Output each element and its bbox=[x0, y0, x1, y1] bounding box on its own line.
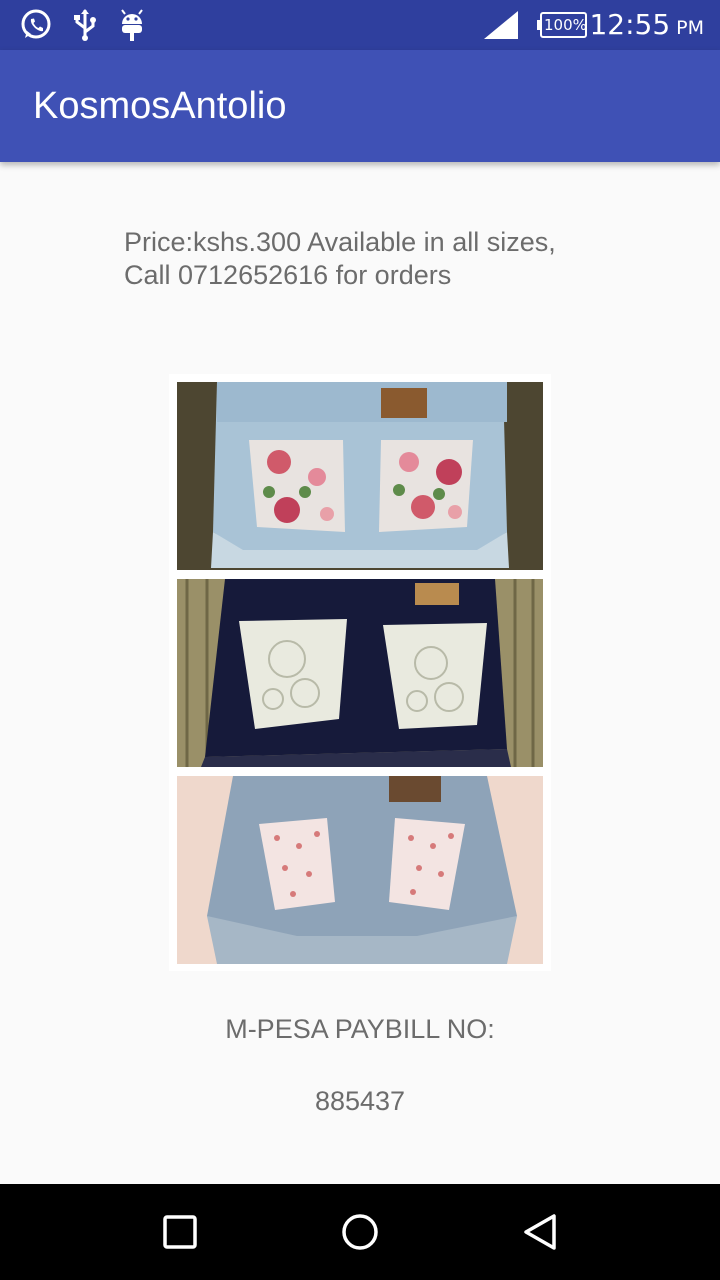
clock-time: 12:55 bbox=[589, 8, 671, 41]
recent-apps-icon[interactable] bbox=[160, 1212, 200, 1252]
clock: 12:55 PM bbox=[589, 8, 704, 42]
app-bar: KosmosAntolio bbox=[0, 50, 720, 162]
product-description: Price:kshs.300 Available in all sizes, C… bbox=[124, 227, 556, 290]
usb-icon bbox=[72, 8, 98, 42]
floral-pocket-shorts-photo bbox=[177, 382, 543, 570]
status-bar: 100% 12:55 PM bbox=[0, 0, 720, 50]
clock-ampm: PM bbox=[676, 17, 704, 39]
paybill-label: M-PESA PAYBILL NO: bbox=[225, 1014, 495, 1044]
paybill-number: 885437 bbox=[314, 1086, 406, 1116]
battery-level: 100% bbox=[544, 16, 587, 34]
signal-full-icon bbox=[482, 8, 520, 42]
content-area[interactable]: Price:kshs.300 Available in all sizes, C… bbox=[0, 162, 720, 1184]
product-image bbox=[169, 374, 551, 971]
rose-print-pocket-shorts-photo bbox=[177, 776, 543, 964]
lace-pocket-shorts-photo bbox=[177, 579, 543, 767]
battery-icon: 100% bbox=[536, 8, 588, 42]
navigation-bar bbox=[0, 1184, 720, 1280]
whatsapp-icon bbox=[18, 8, 54, 42]
android-debug-icon bbox=[118, 8, 146, 42]
home-icon[interactable] bbox=[340, 1212, 380, 1252]
app-title: KosmosAntolio bbox=[33, 84, 287, 127]
back-icon[interactable] bbox=[520, 1212, 560, 1252]
